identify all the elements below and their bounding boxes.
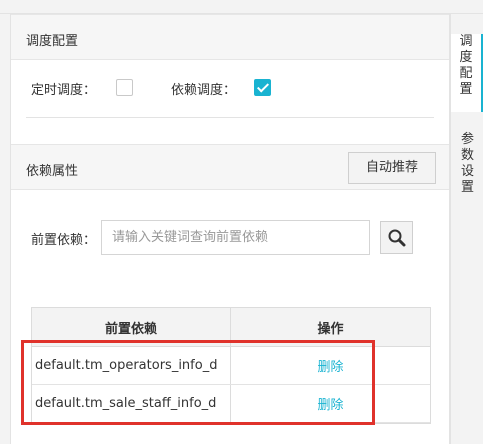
dependency-props-title: 依赖属性 (26, 164, 79, 179)
dependency-name-cell: default.tm_sale_staff_info_d (32, 385, 231, 422)
tab-char: 数 (460, 148, 474, 163)
dependency-schedule-checkbox[interactable] (254, 79, 271, 96)
header-pre-dependency: 前置依赖 (32, 308, 231, 346)
section-divider (26, 117, 434, 118)
delete-link[interactable]: 删除 (317, 356, 343, 375)
table-row: default.tm_sale_staff_info_d 删除 (32, 385, 430, 423)
tab-char: 调 (459, 34, 473, 49)
action-cell: 删除 (231, 347, 430, 384)
side-tab-bar: 调 度 配 置 参 数 设 置 (450, 14, 483, 444)
timed-schedule-checkbox[interactable] (116, 79, 133, 96)
header-action: 操作 (317, 321, 344, 337)
tab-char: 设 (460, 164, 474, 179)
dependency-schedule-label: 依赖调度： (171, 83, 237, 98)
action-cell: 删除 (231, 385, 430, 422)
tab-char: 置 (460, 180, 474, 195)
dependency-name-cell: default.tm_operators_info_d (32, 347, 231, 384)
auto-recommend-button[interactable]: 自动推荐 (348, 152, 436, 184)
schedule-config-title: 调度配置 (26, 34, 79, 49)
tab-char: 度 (459, 50, 473, 65)
pre-dependency-label: 前置依赖： (31, 233, 97, 248)
tab-char: 置 (459, 82, 473, 97)
tab-schedule-config[interactable]: 调 度 配 置 (451, 34, 483, 112)
tab-char: 参 (460, 132, 474, 147)
config-panel: 调度配置 定时调度： 依赖调度： 依赖属性 自动推荐 前置依赖： 前置依赖 操作… (10, 14, 450, 444)
tab-char: 配 (459, 66, 473, 81)
tab-param-settings[interactable]: 参 数 设 置 (451, 132, 483, 202)
table-header: 前置依赖 操作 (32, 308, 430, 347)
search-icon (388, 229, 406, 247)
pre-dependency-search-input[interactable] (101, 220, 370, 255)
timed-schedule-label: 定时调度： (31, 83, 97, 98)
dependency-table: 前置依赖 操作 default.tm_operators_info_d 删除 d… (31, 307, 431, 424)
schedule-config-header: 调度配置 (11, 14, 449, 60)
search-button[interactable] (380, 221, 413, 254)
table-row: default.tm_operators_info_d 删除 (32, 347, 430, 385)
delete-link[interactable]: 删除 (317, 394, 343, 413)
top-toolbar-strip (0, 0, 483, 14)
